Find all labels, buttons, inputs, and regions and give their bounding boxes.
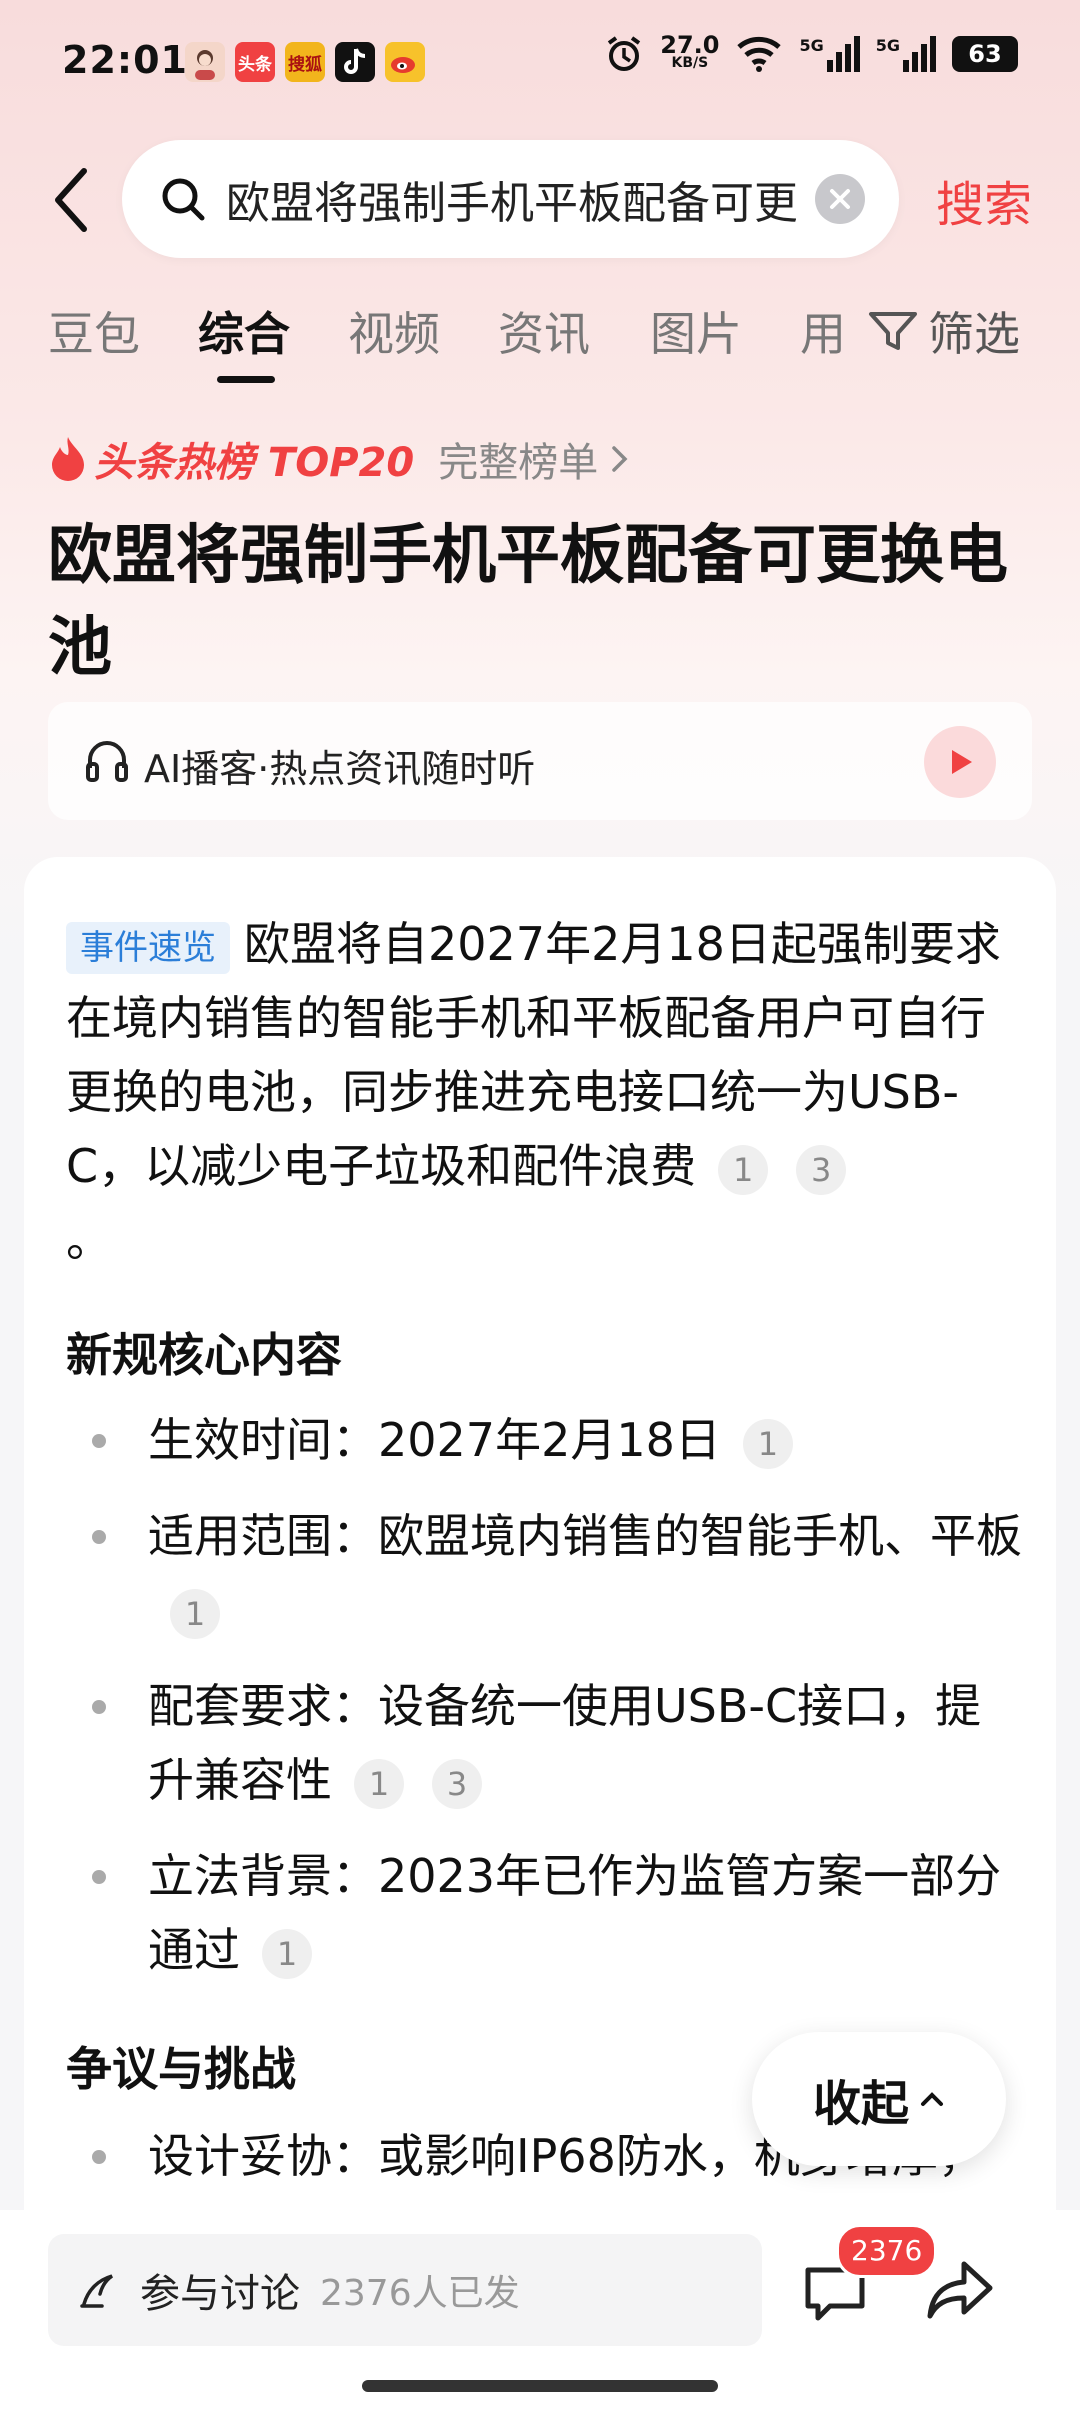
citation-badge[interactable]: 1 xyxy=(742,1418,793,1469)
chevron-right-icon xyxy=(612,446,628,472)
avatar-app-icon xyxy=(185,42,225,82)
network-speed: 27.0 KB/S xyxy=(660,31,720,71)
play-button[interactable] xyxy=(924,726,996,798)
active-tab-indicator xyxy=(217,376,275,383)
citation-badge[interactable]: 1 xyxy=(354,1758,404,1809)
discussion-count: 2376人已发 xyxy=(320,2273,520,2314)
summary-tail: 。 xyxy=(66,1213,112,1267)
summary-paragraph: 事件速览 欧盟将自2027年2月18日起强制要求在境内销售的智能手机和平板配备用户… xyxy=(66,907,1026,1277)
flame-icon xyxy=(52,437,84,481)
status-app-icons: 头条 搜狐 xyxy=(185,42,425,82)
hot-rank-label: 头条热榜 TOP20 xyxy=(94,440,415,486)
list-item: 生效时间：2027年2月18日 1 xyxy=(66,1403,1026,1477)
citation-badge[interactable]: 3 xyxy=(796,1144,847,1195)
sohu-app-icon: 搜狐 xyxy=(285,42,325,82)
full-list-link[interactable]: 完整榜单 xyxy=(438,430,598,488)
comment-count-badge: 2376 xyxy=(836,2224,938,2278)
collapse-button[interactable]: 收起 xyxy=(752,2032,1006,2166)
wifi-icon xyxy=(737,36,782,72)
chevron-left-icon xyxy=(55,168,87,232)
chevron-up-icon xyxy=(921,2092,943,2106)
list-item: 配套要求：设备统一使用USB-C接口，提升兼容性 1 3 xyxy=(66,1669,1026,1817)
tab-news[interactable]: 资讯 xyxy=(498,298,590,364)
ai-podcast-label: AI播客·热点资讯随时听 xyxy=(144,747,536,791)
pen-icon xyxy=(80,2274,114,2308)
share-button[interactable] xyxy=(924,2254,996,2326)
back-button[interactable] xyxy=(48,165,98,235)
signal-2: 5G xyxy=(876,36,936,72)
discussion-input[interactable]: 参与讨论 2376人已发 xyxy=(48,2234,762,2346)
tab-doubao[interactable]: 豆包 xyxy=(48,298,140,364)
citation-badge[interactable]: 1 xyxy=(170,1588,220,1639)
search-submit-button[interactable]: 搜索 xyxy=(936,165,1032,235)
headphones-icon xyxy=(86,741,128,782)
filter-button[interactable]: 筛选 xyxy=(868,298,1020,364)
event-overview-tag: 事件速览 xyxy=(66,921,230,974)
toutiao-app-icon: 头条 xyxy=(235,42,275,82)
citation-badge[interactable]: 3 xyxy=(432,1758,482,1809)
status-indicators: 27.0 KB/S 5G 5G 63 xyxy=(604,31,1018,74)
search-bar[interactable]: 欧盟将强制手机平板配备可更 xyxy=(122,140,899,258)
tab-images[interactable]: 图片 xyxy=(650,298,742,364)
share-icon xyxy=(927,2261,993,2319)
bottom-bar: 参与讨论 2376人已发 2376 xyxy=(0,2210,1080,2414)
alarm-icon xyxy=(608,36,641,71)
topic-title: 欧盟将强制手机平板配备可更换电池 xyxy=(48,519,1008,685)
section-title: 新规核心内容 xyxy=(66,1328,342,1382)
hot-rank-row[interactable]: 头条热榜 TOP20 完整榜单 xyxy=(48,430,632,488)
section-title: 争议与挑战 xyxy=(66,2042,296,2096)
status-time: 22:01 xyxy=(62,38,188,82)
list-item: 适用范围：欧盟境内销售的智能手机、平板1 xyxy=(66,1499,1026,1647)
discussion-label: 参与讨论 xyxy=(140,2271,300,2317)
douyin-app-icon xyxy=(335,42,375,82)
list-item: 立法背景：2023年已作为监管方案一部分通过 1 xyxy=(66,1839,1026,1987)
search-icon xyxy=(162,178,205,221)
citation-badge[interactable]: 1 xyxy=(262,1928,312,1979)
citation-badge[interactable]: 1 xyxy=(718,1144,769,1195)
ai-podcast-card[interactable]: AI播客·热点资讯随时听 xyxy=(48,702,1032,820)
close-icon xyxy=(830,189,850,209)
battery-indicator: 63 xyxy=(952,36,1018,72)
filter-icon xyxy=(869,312,917,350)
weibo-app-icon xyxy=(385,42,425,82)
play-icon xyxy=(952,750,972,774)
tab-video[interactable]: 视频 xyxy=(348,298,440,364)
tab-comprehensive[interactable]: 综合 xyxy=(198,298,290,364)
signal-1: 5G xyxy=(799,36,860,72)
search-input[interactable]: 欧盟将强制手机平板配备可更 xyxy=(226,167,796,231)
home-indicator[interactable] xyxy=(362,2380,718,2392)
clear-search-button[interactable] xyxy=(815,174,865,224)
tab-users[interactable]: 用 xyxy=(800,298,846,364)
